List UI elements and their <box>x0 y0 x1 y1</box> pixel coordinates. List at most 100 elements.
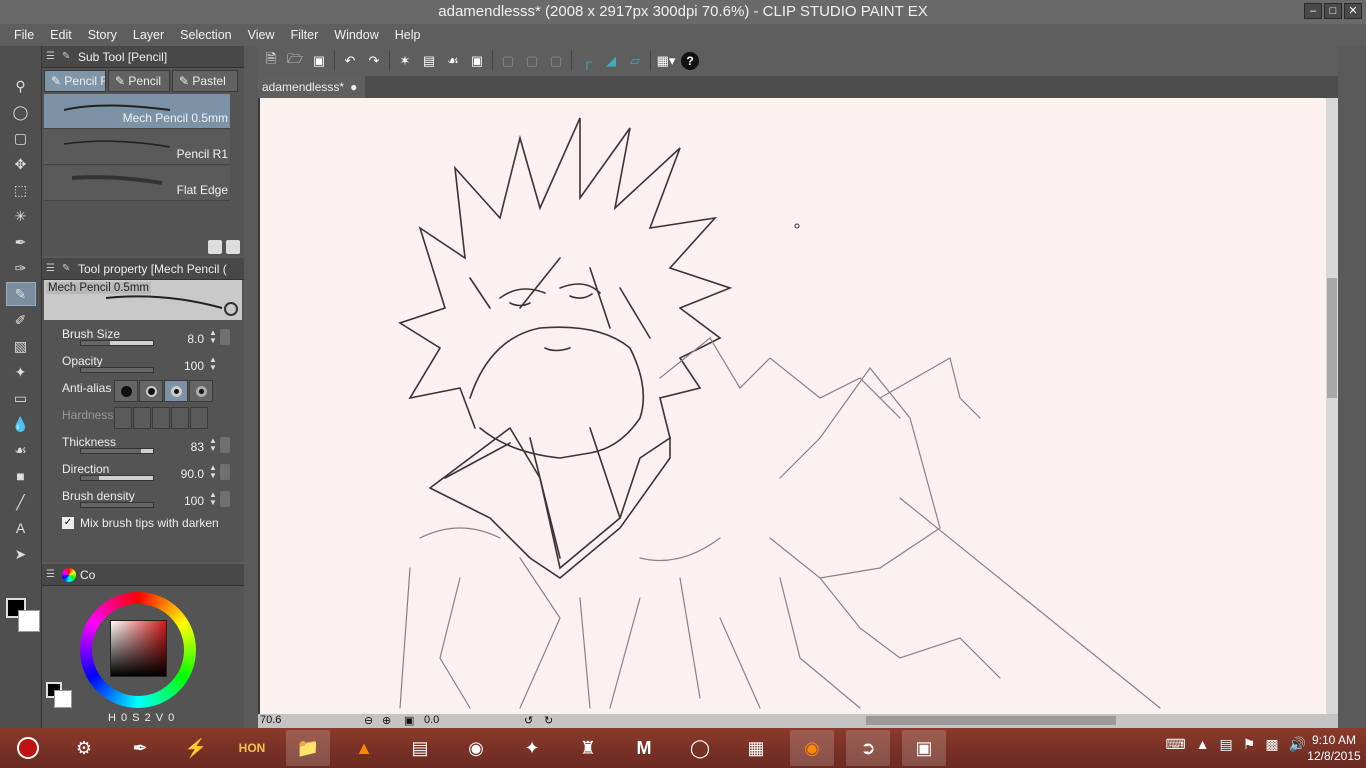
subtool-tab-pencil[interactable]: ✎ Pencil <box>108 70 170 92</box>
text-tool-icon[interactable]: A <box>6 516 36 540</box>
open-file-icon[interactable]: 🗁 <box>286 51 304 70</box>
eraser-tool-icon[interactable]: ▭ <box>6 386 36 410</box>
clock[interactable]: 9:10 AM 12/8/2015 <box>1306 732 1362 764</box>
network-status-icon[interactable]: ▤ <box>1220 736 1233 753</box>
mix-tips-checkbox[interactable]: ✓ <box>62 517 74 529</box>
m-icon[interactable]: M <box>622 730 666 766</box>
maximize-button[interactable]: □ <box>1324 3 1342 19</box>
power-icon[interactable] <box>6 730 50 766</box>
operation-tool-icon[interactable]: ▢ <box>6 126 36 150</box>
clip-studio-icon[interactable]: ➲ <box>846 730 890 766</box>
subtool-tab-pastel[interactable]: ✎ Pastel <box>172 70 238 92</box>
snap-special-ruler-icon[interactable]: ▱ <box>626 52 644 70</box>
menu-story[interactable]: Story <box>80 28 125 42</box>
spin-arrows-icon[interactable]: ▲ ▼ <box>208 464 218 480</box>
figure-tool-icon[interactable]: ╱ <box>6 490 36 514</box>
brush-density-slider[interactable] <box>80 502 154 508</box>
brush-item-mech-pencil[interactable]: Mech Pencil 0.5mm <box>44 94 230 129</box>
network-icon[interactable]: ▤ <box>398 730 442 766</box>
steam-icon[interactable]: ◯ <box>678 730 722 766</box>
new-file-icon[interactable]: 🗎 <box>262 51 280 70</box>
keyboard-icon[interactable]: ⌨ <box>1165 736 1185 753</box>
direction-slider[interactable] <box>80 475 154 481</box>
brush-icon[interactable]: ✒ <box>118 730 162 766</box>
snap-guide-icon[interactable]: ◢ <box>602 52 620 70</box>
hardness-level-button[interactable] <box>171 407 189 429</box>
balloon-tool-icon[interactable]: ➤ <box>6 542 36 566</box>
move-layer-tool-icon[interactable]: ✥ <box>6 152 36 176</box>
close-button[interactable]: ✕ <box>1344 3 1362 19</box>
main-color-swatches[interactable] <box>4 598 40 638</box>
folder-icon[interactable]: 📁 <box>286 730 330 766</box>
color-wheel-tab-label[interactable]: Co <box>80 568 95 582</box>
magnifier-icon[interactable] <box>224 302 238 316</box>
helmet-icon[interactable]: ♜ <box>566 730 610 766</box>
hardness-level-button[interactable] <box>114 407 132 429</box>
selection-tool-icon[interactable]: ⬚ <box>6 178 36 202</box>
hardness-level-button[interactable] <box>190 407 208 429</box>
eyedropper-tool-icon[interactable]: ✒ <box>6 230 36 254</box>
zoom-out-icon[interactable]: ⊖ <box>364 714 373 727</box>
horizontal-scrollbar[interactable] <box>866 716 1116 725</box>
hardness-level-button[interactable] <box>152 407 170 429</box>
save-icon[interactable]: ▣ <box>310 52 328 70</box>
brush-item-pencil-r1[interactable]: Pencil R1 <box>44 130 230 165</box>
minimize-button[interactable]: – <box>1304 3 1322 19</box>
panel-menu-icon[interactable]: ☰ <box>46 569 62 580</box>
rotation-value[interactable]: 0.0 <box>424 714 439 726</box>
firefox-icon[interactable]: ◉ <box>790 730 834 766</box>
undo-icon[interactable]: ↶ <box>341 52 359 70</box>
menu-layer[interactable]: Layer <box>125 28 172 42</box>
decoration-tool-icon[interactable]: ✦ <box>6 360 36 384</box>
clear-selection-icon[interactable]: ▤ <box>420 52 438 70</box>
signal-icon[interactable]: ▩ <box>1265 736 1278 753</box>
layer-icon[interactable]: ▢ <box>523 52 541 70</box>
brush-item-flat-edge[interactable]: Flat Edge <box>44 166 230 201</box>
new-subtool-icon[interactable] <box>208 240 222 254</box>
sub-color-mini-swatch[interactable] <box>54 690 72 708</box>
delete-subtool-icon[interactable] <box>226 240 240 254</box>
volume-icon[interactable]: 🔊 <box>1289 736 1306 753</box>
pen-tool-icon[interactable]: ✑ <box>6 256 36 280</box>
saturation-value-square[interactable] <box>110 620 167 677</box>
flag-icon[interactable]: ⚑ <box>1243 736 1256 753</box>
gradient-tool-icon[interactable]: ■ <box>6 464 36 488</box>
spin-arrows-icon[interactable]: ▲ ▼ <box>208 356 218 372</box>
rotate-left-icon[interactable]: ↺ <box>524 714 533 727</box>
spin-arrows-icon[interactable]: ▲ ▼ <box>208 437 218 453</box>
thickness-slider[interactable] <box>80 448 154 454</box>
anti-alias-medium-button[interactable] <box>164 380 188 402</box>
anti-alias-none-button[interactable] <box>114 380 138 402</box>
brush-tool-icon[interactable]: ✐ <box>6 308 36 332</box>
vertical-scroll-thumb[interactable] <box>1327 278 1337 398</box>
spin-arrows-icon[interactable]: ▲ ▼ <box>208 491 218 507</box>
menu-edit[interactable]: Edit <box>42 28 80 42</box>
airbrush-tool-icon[interactable]: ▧ <box>6 334 36 358</box>
zoom-tool-icon[interactable]: ⚲ <box>6 74 36 98</box>
fill-icon[interactable]: ☙ <box>444 52 462 70</box>
vlc-icon[interactable]: ▲ <box>342 730 386 766</box>
menu-filter[interactable]: Filter <box>282 28 326 42</box>
menu-view[interactable]: View <box>240 28 283 42</box>
brush-size-slider[interactable] <box>80 340 154 346</box>
auto-select-tool-icon[interactable]: ✳ <box>6 204 36 228</box>
settings-icon[interactable]: ⚙ <box>62 730 106 766</box>
spin-arrows-icon[interactable]: ▲ ▼ <box>208 329 218 345</box>
emblem-icon[interactable]: ✦ <box>510 730 554 766</box>
pressure-setting-icon[interactable] <box>220 491 230 507</box>
pressure-setting-icon[interactable] <box>220 437 230 453</box>
blend-tool-icon[interactable]: 💧 <box>6 412 36 436</box>
game-icon[interactable]: ◉ <box>454 730 498 766</box>
photo-icon[interactable]: ▣ <box>902 730 946 766</box>
transform-icon[interactable]: ▣ <box>468 52 486 70</box>
modified-dot-icon[interactable]: ● <box>350 80 357 94</box>
zoom-value[interactable]: 70.6 <box>260 714 281 726</box>
pressure-setting-icon[interactable] <box>220 329 230 345</box>
fill-tool-icon[interactable]: ☙ <box>6 438 36 462</box>
direction-setting-icon[interactable] <box>220 464 230 480</box>
anti-alias-strong-button[interactable] <box>189 380 213 402</box>
pencil-tool-icon[interactable]: ✎ <box>5 282 36 306</box>
selection-area-icon[interactable]: ▢ <box>547 52 565 70</box>
fit-view-icon[interactable]: ▣ <box>404 714 414 727</box>
panel-menu-icon[interactable]: ☰ <box>46 51 62 62</box>
